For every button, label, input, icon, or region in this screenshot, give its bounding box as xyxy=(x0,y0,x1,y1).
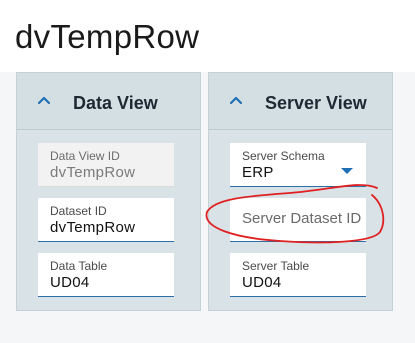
annotation-circle xyxy=(205,184,385,244)
